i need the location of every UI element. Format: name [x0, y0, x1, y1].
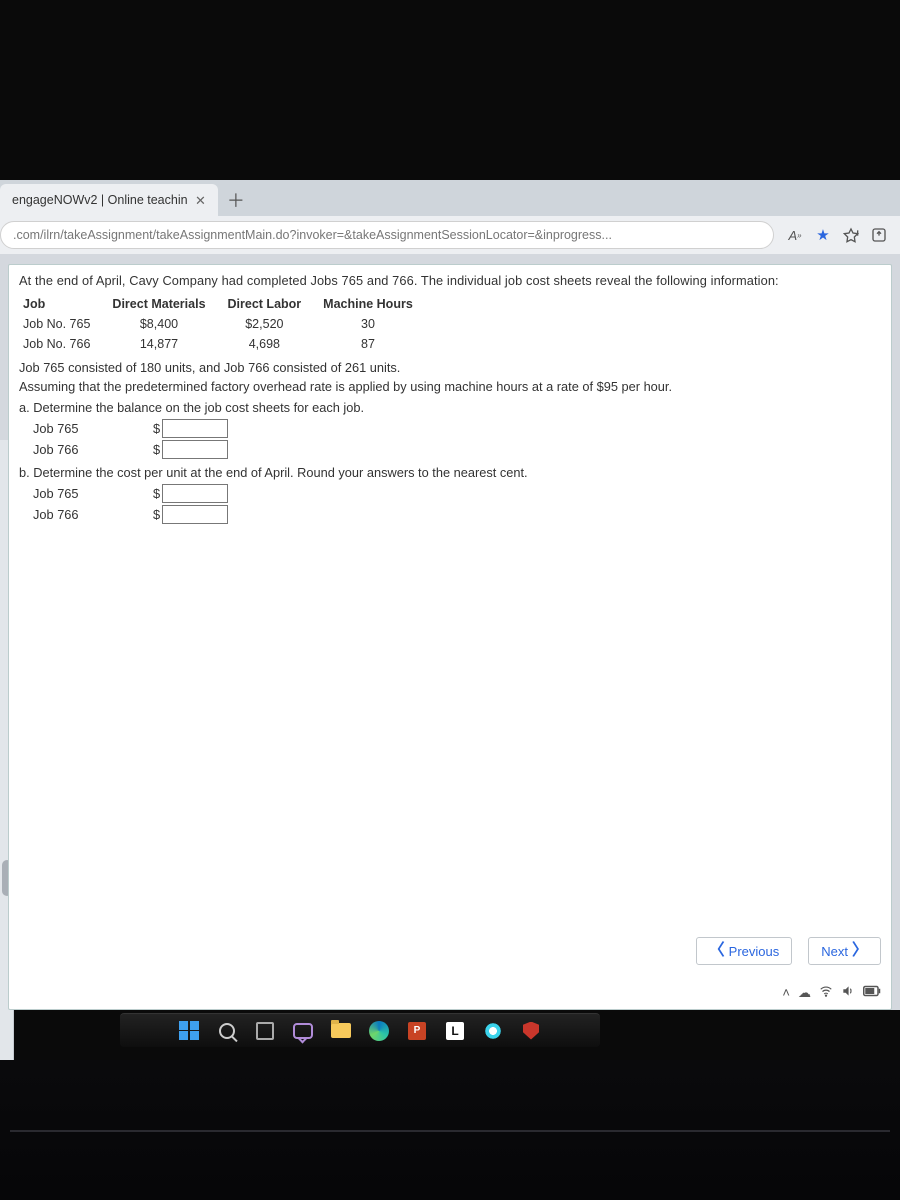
search-icon[interactable]	[215, 1019, 239, 1043]
input-b-job765[interactable]	[162, 484, 228, 503]
input-a-job766[interactable]	[162, 440, 228, 459]
app-l-icon[interactable]: L	[443, 1019, 467, 1043]
browser-tab-strip: engageNOWv2 | Online teachin ✕ ＋	[0, 180, 900, 216]
job-cost-table: Job Direct Materials Direct Labor Machin…	[19, 294, 431, 354]
next-button[interactable]: Next 〉	[808, 937, 881, 965]
input-a-job765[interactable]	[162, 419, 228, 438]
assumption-text: Assuming that the predetermined factory …	[19, 379, 881, 394]
url-text: .com/ilrn/takeAssignment/takeAssignmentM…	[13, 228, 612, 242]
answer-row-a-766: Job 766 $	[33, 440, 881, 459]
browser-toolbar: .com/ilrn/takeAssignment/takeAssignmentM…	[0, 216, 900, 254]
answer-row-b-766: Job 766 $	[33, 505, 881, 524]
file-explorer-icon[interactable]	[329, 1019, 353, 1043]
chat-icon[interactable]	[291, 1019, 315, 1043]
chevron-up-icon[interactable]: ˄	[782, 985, 790, 1000]
start-icon[interactable]	[177, 1019, 201, 1043]
col-dl: Direct Labor	[224, 294, 320, 314]
favorite-icon[interactable]: ★	[814, 226, 832, 244]
nav-buttons: 〈 Previous Next 〉	[696, 937, 881, 965]
question-b: b. Determine the cost per unit at the en…	[19, 465, 881, 480]
windows-taskbar: P L	[120, 1013, 600, 1047]
address-bar[interactable]: .com/ilrn/takeAssignment/takeAssignmentM…	[0, 221, 774, 249]
assignment-page: At the end of April, Cavy Company had co…	[8, 264, 892, 1010]
content-area: At the end of April, Cavy Company had co…	[0, 254, 900, 1010]
chevron-right-icon: 〉	[852, 943, 868, 959]
keyboard-area	[0, 1060, 900, 1200]
app-icon[interactable]	[870, 226, 888, 244]
browser-tab[interactable]: engageNOWv2 | Online teachin ✕	[0, 184, 218, 216]
security-icon[interactable]	[519, 1019, 543, 1043]
input-b-job766[interactable]	[162, 505, 228, 524]
close-icon[interactable]: ✕	[195, 194, 206, 207]
volume-icon[interactable]	[841, 984, 855, 1001]
new-tab-button[interactable]: ＋	[222, 186, 250, 214]
col-job: Job	[19, 294, 108, 314]
tab-title: engageNOWv2 | Online teachin	[12, 193, 187, 207]
system-tray: ˄ ☁	[782, 984, 881, 1001]
question-a: a. Determine the balance on the job cost…	[19, 400, 881, 415]
table-row: Job No. 766 14,877 4,698 87	[19, 334, 431, 354]
cloud-icon[interactable]: ☁	[798, 985, 811, 1001]
collections-icon[interactable]	[842, 226, 860, 244]
battery-icon[interactable]	[863, 985, 881, 1000]
table-row: Job No. 765 $8,400 $2,520 30	[19, 314, 431, 334]
previous-button[interactable]: 〈 Previous	[696, 937, 793, 965]
powerpoint-icon[interactable]: P	[405, 1019, 429, 1043]
cortana-icon[interactable]	[481, 1019, 505, 1043]
wifi-icon[interactable]	[819, 984, 833, 1001]
edge-icon[interactable]	[367, 1019, 391, 1043]
reader-mode-icon[interactable]: A»	[786, 226, 804, 244]
chevron-left-icon: 〈	[709, 943, 725, 959]
col-dm: Direct Materials	[108, 294, 223, 314]
problem-intro: At the end of April, Cavy Company had co…	[19, 273, 881, 288]
col-mh: Machine Hours	[319, 294, 431, 314]
answer-row-a-765: Job 765 $	[33, 419, 881, 438]
units-text: Job 765 consisted of 180 units, and Job …	[19, 360, 881, 375]
answer-row-b-765: Job 765 $	[33, 484, 881, 503]
task-view-icon[interactable]	[253, 1019, 277, 1043]
toolbar-actions: A» ★	[780, 226, 894, 244]
